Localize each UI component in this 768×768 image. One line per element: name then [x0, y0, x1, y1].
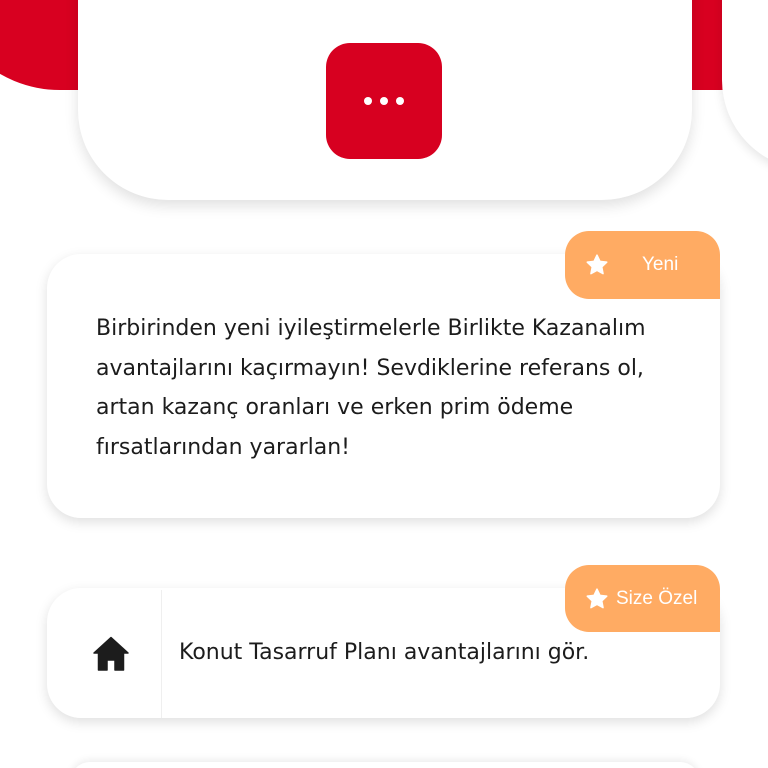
new-badge: Yeni: [565, 231, 720, 299]
more-dot-icon: [380, 97, 388, 105]
screen: Yeni Birbirinden yeni iyileştirmelerle B…: [0, 0, 768, 768]
announcement-text: Birbirinden yeni iyileştirmelerle Birlik…: [96, 316, 646, 460]
housing-plan-text: Konut Tasarruf Planı avantajlarını gör.: [179, 640, 590, 665]
personal-offer-badge: Size Özel: [565, 565, 720, 632]
badge-label: Size Özel: [616, 587, 698, 609]
more-options-button[interactable]: [326, 43, 442, 159]
badge-label: Yeni: [642, 254, 679, 275]
more-dot-icon: [364, 97, 372, 105]
next-carousel-card[interactable]: [722, 0, 768, 170]
home-icon: [93, 636, 129, 671]
next-card[interactable]: [70, 762, 700, 768]
star-icon: [586, 254, 608, 275]
more-dot-icon: [396, 97, 404, 105]
card-divider: [161, 590, 162, 718]
star-icon: [586, 587, 608, 608]
